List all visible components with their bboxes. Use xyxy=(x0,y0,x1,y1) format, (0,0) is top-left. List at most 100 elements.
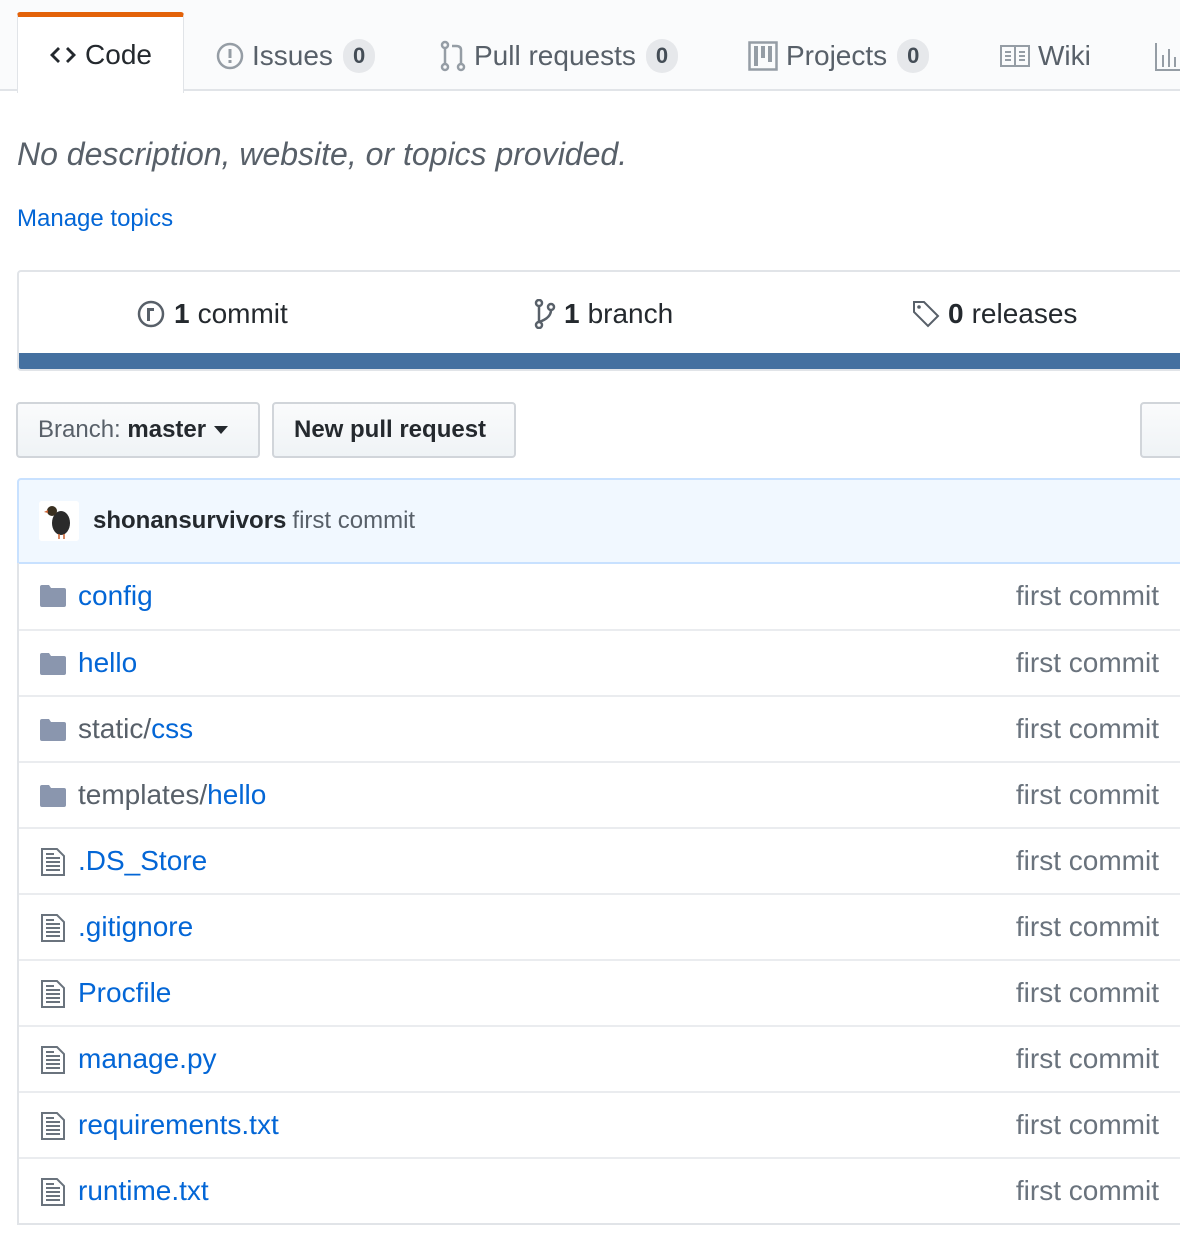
commit-author[interactable]: shonansurvivors xyxy=(93,507,286,535)
folder-icon xyxy=(40,785,66,807)
branch-prefix: Branch: xyxy=(38,416,121,443)
tab-code[interactable]: Code xyxy=(17,12,184,93)
file-name: .gitignore xyxy=(78,911,194,942)
folder-icon-wrap xyxy=(39,783,67,815)
file-commit-message[interactable]: first commit xyxy=(1016,580,1159,612)
file-commit-message[interactable]: first commit xyxy=(1016,1175,1159,1207)
file-name-link[interactable]: hello xyxy=(78,647,137,679)
folder-icon xyxy=(40,653,66,675)
tab-projects[interactable]: Projects 0 xyxy=(748,20,930,91)
issues-count: 0 xyxy=(342,38,376,73)
projects-count: 0 xyxy=(897,38,930,73)
file-name-link[interactable]: runtime.txt xyxy=(78,1175,209,1207)
file-icon xyxy=(41,1178,65,1206)
file-icon xyxy=(41,1046,65,1074)
file-name: .DS_Store xyxy=(78,845,208,876)
latest-commit-bar: shonansurvivors first commit xyxy=(17,478,1180,564)
tab-pull-requests[interactable]: Pull requests 0 xyxy=(440,20,679,91)
book-icon xyxy=(1000,44,1030,67)
file-name-link[interactable]: manage.py xyxy=(78,1043,217,1075)
file-commit-message[interactable]: first commit xyxy=(1016,779,1159,811)
file-icon xyxy=(41,914,65,942)
file-row: requirements.txt first commit xyxy=(19,1091,1180,1157)
file-name-link[interactable]: requirements.txt xyxy=(78,1109,279,1141)
file-name: Procfile xyxy=(78,977,172,1008)
file-name: runtime.txt xyxy=(78,1175,209,1206)
file-icon-wrap xyxy=(41,1178,65,1213)
branches-link[interactable]: 1 branch xyxy=(534,298,673,330)
file-name-link[interactable]: .gitignore xyxy=(78,911,193,943)
manage-topics-link[interactable]: Manage topics xyxy=(17,205,173,233)
commits-link[interactable]: 1 commit xyxy=(136,298,288,330)
folder-icon-wrap xyxy=(39,583,67,615)
language-bar xyxy=(19,353,1180,369)
avatar[interactable] xyxy=(39,501,79,541)
file-name: hello xyxy=(78,647,138,678)
file-row: hello first commit xyxy=(19,629,1180,695)
file-row: .gitignore first commit xyxy=(19,893,1180,959)
tab-insights[interactable] xyxy=(1155,20,1180,91)
file-name: config xyxy=(78,580,153,611)
file-commit-message[interactable]: first commit xyxy=(1016,911,1159,943)
file-name-link[interactable]: static/css xyxy=(78,713,193,745)
graph-icon xyxy=(1155,42,1180,71)
file-name-link[interactable]: templates/hello xyxy=(78,779,266,811)
path-prefix: static/ xyxy=(78,713,152,744)
file-icon-wrap xyxy=(41,914,65,949)
file-icon xyxy=(41,980,65,1008)
tab-issues[interactable]: Issues 0 xyxy=(216,20,376,91)
folder-icon xyxy=(40,585,66,607)
tab-label: Pull requests xyxy=(474,39,636,71)
repo-summary: 1 commit 1 branch 0 releases xyxy=(17,270,1180,371)
file-name: manage.py xyxy=(78,1043,217,1074)
file-commit-message[interactable]: first commit xyxy=(1016,1109,1159,1141)
issue-opened-icon xyxy=(216,42,244,69)
file-list: config first commit hello first commit stati… xyxy=(17,563,1180,1225)
file-name-link[interactable]: Procfile xyxy=(78,977,171,1009)
repo-description: No description, website, or topics provi… xyxy=(17,136,628,172)
branch-select-button[interactable]: Branch: master xyxy=(16,402,260,458)
releases-link[interactable]: 0 releases xyxy=(912,298,1077,330)
branch-name: master xyxy=(127,416,207,443)
git-pull-request-icon xyxy=(440,40,466,71)
file-icon-wrap xyxy=(41,1046,65,1081)
releases-count: 0 xyxy=(948,298,964,329)
file-icon xyxy=(41,1112,65,1140)
tab-label: Projects xyxy=(786,39,888,71)
file-commit-message[interactable]: first commit xyxy=(1016,977,1159,1009)
file-icon xyxy=(41,848,65,876)
clone-button[interactable] xyxy=(1140,402,1180,458)
file-row: config first commit xyxy=(19,563,1180,629)
file-name-link[interactable]: .DS_Store xyxy=(78,845,207,877)
branches-count: 1 xyxy=(564,298,580,329)
history-icon xyxy=(137,300,165,328)
commits-label: commit xyxy=(197,298,288,329)
tag-icon xyxy=(913,301,940,328)
folder-icon-wrap xyxy=(39,717,67,749)
file-commit-message[interactable]: first commit xyxy=(1016,713,1159,745)
file-icon-wrap xyxy=(41,1112,65,1147)
file-commit-message[interactable]: first commit xyxy=(1016,845,1159,877)
file-name: css xyxy=(151,713,194,744)
tab-label: Issues xyxy=(252,39,333,71)
file-row: .DS_Store first commit xyxy=(19,827,1180,893)
tab-label: Code xyxy=(85,39,152,70)
file-commit-message[interactable]: first commit xyxy=(1016,647,1159,679)
branches-label: branch xyxy=(587,298,674,329)
folder-icon xyxy=(40,719,66,741)
tab-label: Wiki xyxy=(1038,39,1091,71)
tab-wiki[interactable]: Wiki xyxy=(1000,20,1091,91)
file-name: hello xyxy=(207,779,267,810)
file-name-link[interactable]: config xyxy=(78,580,153,612)
new-pull-request-button[interactable]: New pull request xyxy=(272,402,516,458)
folder-icon-wrap xyxy=(39,651,67,683)
file-name: requirements.txt xyxy=(78,1109,279,1140)
repo-nav-tabs: Code Issues 0 Pull requests 0 Projects 0… xyxy=(0,0,1180,93)
file-row: templates/hello first commit xyxy=(19,761,1180,827)
commits-count: 1 xyxy=(174,298,190,329)
file-commit-message[interactable]: first commit xyxy=(1016,1043,1159,1075)
file-row: runtime.txt first commit xyxy=(19,1157,1180,1223)
file-icon-wrap xyxy=(41,848,65,883)
commit-message[interactable]: first commit xyxy=(292,507,415,535)
code-icon xyxy=(50,47,77,63)
